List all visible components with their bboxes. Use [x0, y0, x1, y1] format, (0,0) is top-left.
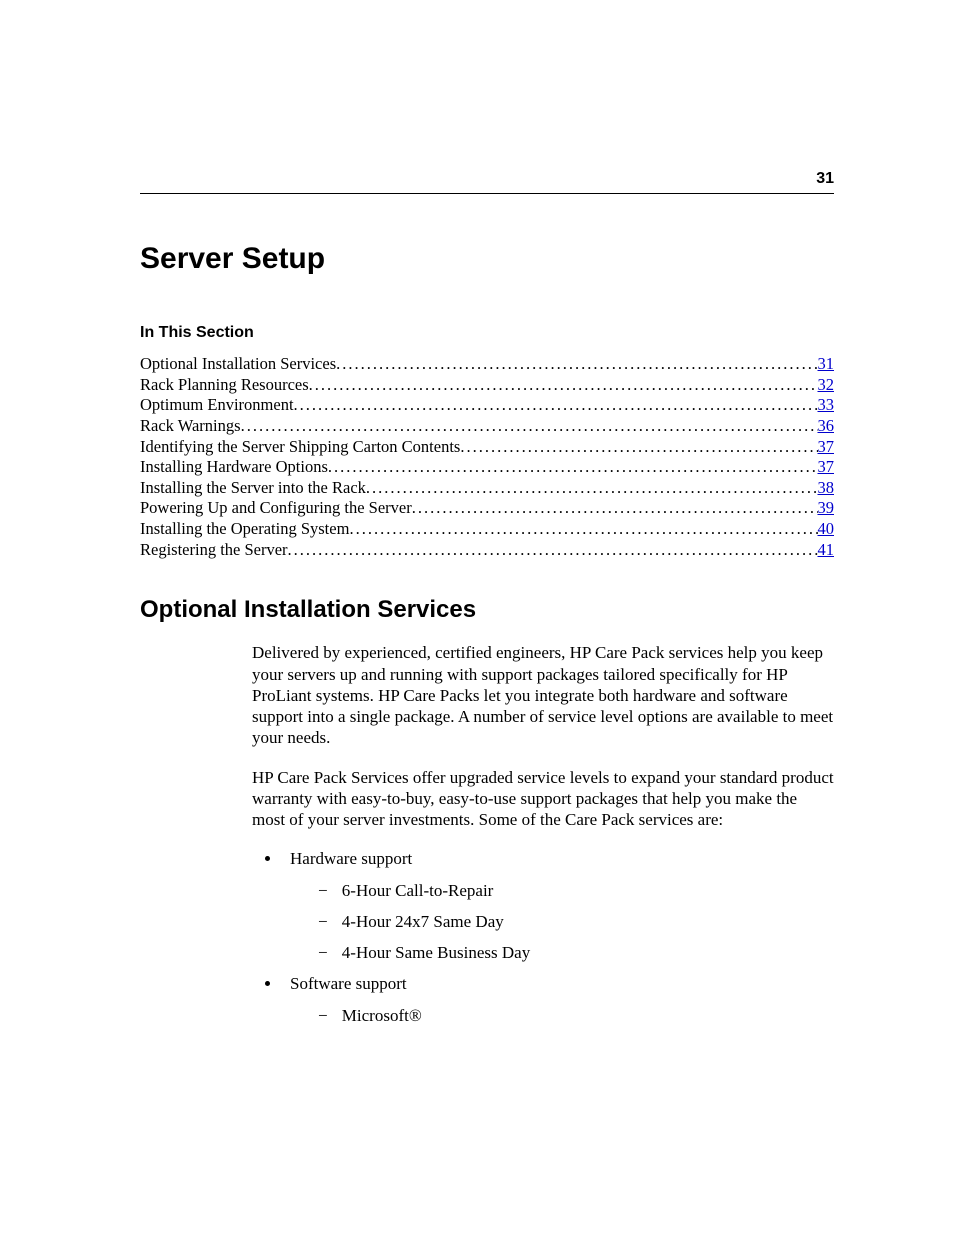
list-item: Software support Microsoft® [282, 973, 834, 1026]
toc-row: Installing the Operating System 40 [140, 519, 834, 540]
in-this-section-label: In This Section [140, 324, 834, 342]
toc-page-link[interactable]: 40 [818, 519, 835, 540]
list-item: 4-Hour 24x7 Same Day [318, 911, 834, 932]
list-item-text: Software support [290, 974, 407, 993]
dash-list: Microsoft® [290, 1005, 834, 1026]
toc-label: Rack Planning Resources [140, 375, 309, 396]
list-item: Hardware support 6-Hour Call-to-Repair 4… [282, 848, 834, 963]
list-item-text: Microsoft® [342, 1006, 422, 1025]
toc-dots [366, 478, 818, 499]
toc-dots [349, 519, 817, 540]
toc-label: Optional Installation Services [140, 354, 336, 375]
toc-row: Rack Planning Resources 32 [140, 375, 834, 396]
toc-page-link[interactable]: 39 [818, 498, 835, 519]
toc-row: Installing Hardware Options 37 [140, 457, 834, 478]
body-paragraph: HP Care Pack Services offer upgraded ser… [252, 767, 834, 831]
toc-page-link[interactable]: 36 [818, 416, 835, 437]
bullet-list: Hardware support 6-Hour Call-to-Repair 4… [252, 848, 834, 1026]
list-item: Microsoft® [318, 1005, 834, 1026]
table-of-contents: Optional Installation Services 31 Rack P… [140, 354, 834, 560]
chapter-title: Server Setup [140, 242, 834, 276]
toc-dots [288, 540, 818, 561]
section-title: Optional Installation Services [140, 596, 834, 624]
list-item-text: 6-Hour Call-to-Repair [342, 881, 494, 900]
toc-page-link[interactable]: 37 [818, 437, 835, 458]
header-rule [140, 193, 834, 194]
toc-row: Identifying the Server Shipping Carton C… [140, 437, 834, 458]
body-paragraph: Delivered by experienced, certified engi… [252, 642, 834, 748]
toc-dots [460, 437, 817, 458]
list-item-text: Hardware support [290, 849, 412, 868]
toc-dots [328, 457, 818, 478]
list-item: 6-Hour Call-to-Repair [318, 880, 834, 901]
toc-label: Installing the Operating System [140, 519, 349, 540]
toc-page-link[interactable]: 38 [818, 478, 835, 499]
toc-row: Installing the Server into the Rack 38 [140, 478, 834, 499]
toc-page-link[interactable]: 33 [818, 395, 835, 416]
toc-row: Registering the Server 41 [140, 540, 834, 561]
toc-label: Installing the Server into the Rack [140, 478, 366, 499]
toc-page-link[interactable]: 31 [818, 354, 835, 375]
page-number: 31 [816, 170, 834, 188]
toc-row: Rack Warnings 36 [140, 416, 834, 437]
toc-dots [241, 416, 818, 437]
toc-row: Optional Installation Services 31 [140, 354, 834, 375]
toc-label: Powering Up and Configuring the Server [140, 498, 412, 519]
toc-dots [336, 354, 817, 375]
list-item-text: 4-Hour Same Business Day [342, 943, 530, 962]
toc-row: Powering Up and Configuring the Server 3… [140, 498, 834, 519]
toc-label: Optimum Environment [140, 395, 294, 416]
toc-dots [412, 498, 818, 519]
toc-page-link[interactable]: 32 [818, 375, 835, 396]
toc-label: Installing Hardware Options [140, 457, 328, 478]
toc-page-link[interactable]: 37 [818, 457, 835, 478]
toc-dots [294, 395, 818, 416]
body-column: Delivered by experienced, certified engi… [252, 642, 834, 1026]
dash-list: 6-Hour Call-to-Repair 4-Hour 24x7 Same D… [290, 880, 834, 964]
list-item: 4-Hour Same Business Day [318, 942, 834, 963]
toc-row: Optimum Environment 33 [140, 395, 834, 416]
toc-dots [309, 375, 818, 396]
document-page: 31 Server Setup In This Section Optional… [0, 0, 954, 1235]
toc-label: Identifying the Server Shipping Carton C… [140, 437, 460, 458]
toc-label: Registering the Server [140, 540, 288, 561]
list-item-text: 4-Hour 24x7 Same Day [342, 912, 504, 931]
toc-page-link[interactable]: 41 [818, 540, 835, 561]
toc-label: Rack Warnings [140, 416, 241, 437]
